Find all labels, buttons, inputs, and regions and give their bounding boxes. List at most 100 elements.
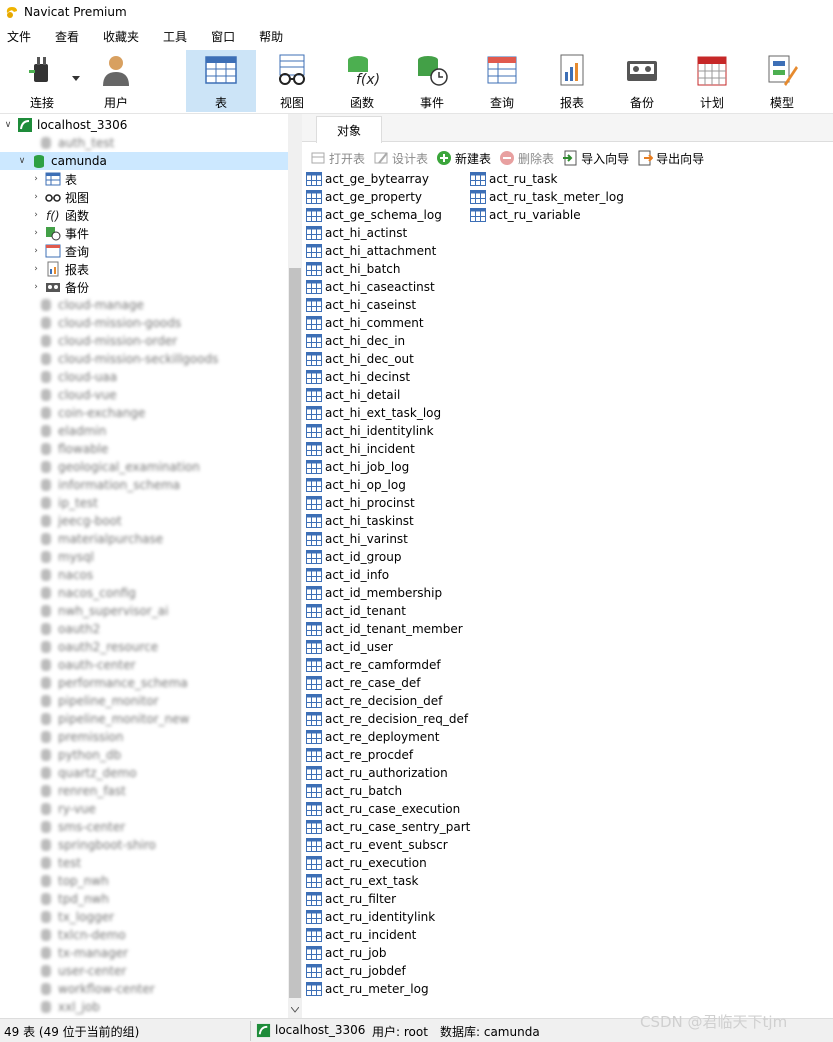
tree-db-item[interactable]: txlcn-demo — [34, 926, 288, 944]
table-item[interactable]: act_id_membership — [306, 584, 442, 602]
table-item[interactable]: act_ru_variable — [470, 206, 581, 224]
tree-db-item[interactable]: cloud-mission-order — [34, 332, 288, 350]
expand-arrow-icon[interactable]: › — [31, 264, 41, 274]
table-item[interactable]: act_ru_ext_task — [306, 872, 418, 890]
menu-help[interactable]: 帮助 — [252, 28, 290, 45]
tree-db-partial[interactable]: auth_test — [34, 134, 288, 152]
menu-tools[interactable]: 工具 — [156, 28, 194, 45]
model-toolbar-button[interactable]: 模型 — [754, 50, 810, 112]
table-toolbar-button[interactable]: 表 — [186, 50, 256, 112]
tree-db-item[interactable]: cloud-vue — [34, 386, 288, 404]
tree-db-item[interactable]: oauth2_resource — [34, 638, 288, 656]
tree-db-item[interactable]: eladmin — [34, 422, 288, 440]
tree-db-item[interactable]: xxl_job — [34, 998, 288, 1016]
table-item[interactable]: act_hi_batch — [306, 260, 400, 278]
table-item[interactable]: act_ru_case_sentry_part — [306, 818, 470, 836]
scroll-down-icon[interactable] — [291, 1007, 299, 1013]
tree-db-item[interactable]: ry-vue — [34, 800, 288, 818]
user-button[interactable]: 用户 — [92, 50, 140, 112]
table-item[interactable]: act_ge_bytearray — [306, 170, 429, 188]
delete-table-button[interactable]: 删除表 — [499, 150, 554, 167]
tree-db-item[interactable]: top_nwh — [34, 872, 288, 890]
table-item[interactable]: act_ge_property — [306, 188, 422, 206]
table-item[interactable]: act_id_user — [306, 638, 393, 656]
tree-db-item[interactable]: pipeline_monitor_new — [34, 710, 288, 728]
table-item[interactable]: act_ru_execution — [306, 854, 427, 872]
tree-db-item[interactable]: springboot-shiro — [34, 836, 288, 854]
table-item[interactable]: act_hi_caseinst — [306, 296, 416, 314]
table-item[interactable]: act_ru_task — [470, 170, 557, 188]
table-item[interactable]: act_re_decision_req_def — [306, 710, 468, 728]
table-item[interactable]: act_hi_job_log — [306, 458, 409, 476]
table-item[interactable]: act_ru_batch — [306, 782, 402, 800]
tree-db-item[interactable]: materialpurchase — [34, 530, 288, 548]
tree-db-item[interactable]: python_db — [34, 746, 288, 764]
tree-db-item[interactable]: sms-center — [34, 818, 288, 836]
menu-favorites[interactable]: 收藏夹 — [96, 28, 146, 45]
tree-db-item[interactable]: cloud-mission-seckillgoods — [34, 350, 288, 368]
tree-db-item[interactable]: user-center — [34, 962, 288, 980]
function-toolbar-button[interactable]: f(x) 函数 — [334, 50, 390, 112]
tree-db-item[interactable]: nwh_supervisor_ai — [34, 602, 288, 620]
tree-node-functions[interactable]: › f() 函数 — [0, 206, 288, 224]
table-item[interactable]: act_hi_identitylink — [306, 422, 434, 440]
table-item[interactable]: act_ru_task_meter_log — [470, 188, 624, 206]
tree-scrollbar[interactable] — [288, 114, 302, 1018]
table-item[interactable]: act_re_decision_def — [306, 692, 442, 710]
menu-file[interactable]: 文件 — [0, 28, 38, 45]
table-item[interactable]: act_hi_op_log — [306, 476, 406, 494]
tree-db-item[interactable]: renren_fast — [34, 782, 288, 800]
tree-db-item[interactable]: cloud-mission-goods — [34, 314, 288, 332]
expand-arrow-icon[interactable]: › — [31, 192, 41, 202]
table-item[interactable]: act_ru_job — [306, 944, 387, 962]
tree-db-item[interactable]: test — [34, 854, 288, 872]
table-item[interactable]: act_ru_event_subscr — [306, 836, 448, 854]
export-wizard-button[interactable]: 导出向导 — [637, 150, 704, 167]
tree-node-backups[interactable]: › 备份 — [0, 278, 288, 296]
table-item[interactable]: act_hi_decinst — [306, 368, 410, 386]
tree-db-item[interactable]: premission — [34, 728, 288, 746]
table-item[interactable]: act_id_info — [306, 566, 389, 584]
tree-db-item[interactable]: oauth2 — [34, 620, 288, 638]
tree-scrollbar-thumb[interactable] — [289, 268, 301, 998]
design-table-button[interactable]: 设计表 — [373, 150, 428, 167]
table-item[interactable]: act_hi_detail — [306, 386, 400, 404]
table-item[interactable]: act_ru_incident — [306, 926, 416, 944]
table-item[interactable]: act_hi_comment — [306, 314, 424, 332]
table-item[interactable]: act_re_procdef — [306, 746, 413, 764]
tree-node-queries[interactable]: › 查询 — [0, 242, 288, 260]
table-item[interactable]: act_ru_meter_log — [306, 980, 429, 998]
new-table-button[interactable]: 新建表 — [436, 150, 491, 167]
expand-arrow-icon[interactable]: › — [31, 282, 41, 292]
table-item[interactable]: act_ru_authorization — [306, 764, 448, 782]
expand-arrow-icon[interactable]: › — [31, 210, 41, 220]
menu-view[interactable]: 查看 — [48, 28, 86, 45]
tree-db-item[interactable]: workflow-center — [34, 980, 288, 998]
collapse-arrow-icon[interactable]: ∨ — [17, 156, 27, 166]
tree-db-item[interactable]: cloud-manage — [34, 296, 288, 314]
table-item[interactable]: act_ru_filter — [306, 890, 396, 908]
table-item[interactable]: act_hi_incident — [306, 440, 415, 458]
table-item[interactable]: act_id_group — [306, 548, 401, 566]
tree-db-item[interactable]: mysql — [34, 548, 288, 566]
table-item[interactable]: act_ru_case_execution — [306, 800, 460, 818]
table-item[interactable]: act_id_tenant — [306, 602, 406, 620]
expand-arrow-icon[interactable]: › — [31, 174, 41, 184]
tree-db-item[interactable]: oauth-center — [34, 656, 288, 674]
tree-node-tables[interactable]: › 表 — [0, 170, 288, 188]
tree-db-item[interactable]: performance_schema — [34, 674, 288, 692]
table-item[interactable]: act_hi_taskinst — [306, 512, 414, 530]
report-toolbar-button[interactable]: 报表 — [544, 50, 600, 112]
tree-db-item[interactable]: jeecg-boot — [34, 512, 288, 530]
table-item[interactable]: act_re_deployment — [306, 728, 440, 746]
tab-objects[interactable]: 对象 — [316, 116, 382, 143]
menu-window[interactable]: 窗口 — [204, 28, 242, 45]
expand-arrow-icon[interactable]: › — [31, 246, 41, 256]
table-item[interactable]: act_ru_identitylink — [306, 908, 435, 926]
tree-db-item[interactable]: geological_examination — [34, 458, 288, 476]
table-item[interactable]: act_ge_schema_log — [306, 206, 442, 224]
expand-arrow-icon[interactable]: › — [31, 228, 41, 238]
import-wizard-button[interactable]: 导入向导 — [562, 150, 629, 167]
schedule-toolbar-button[interactable]: 计划 — [684, 50, 740, 112]
tree-db-item[interactable]: coin-exchange — [34, 404, 288, 422]
